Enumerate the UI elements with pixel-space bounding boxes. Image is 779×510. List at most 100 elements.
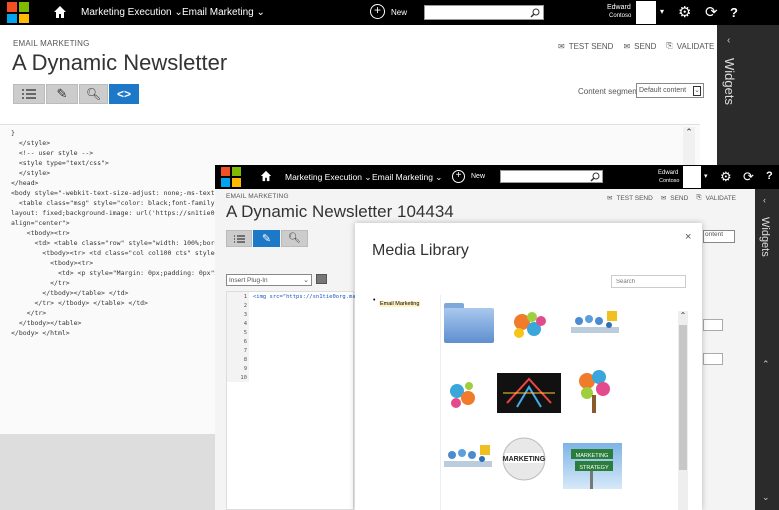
insert-plugin-select[interactable]: Insert Plug-In ⌄ — [226, 274, 312, 286]
thumbnail-tree[interactable] — [573, 367, 615, 415]
dropdown-arrow-icon: ⌄ — [303, 277, 309, 284]
global-search-input[interactable] — [500, 170, 603, 183]
scroll-up-icon[interactable]: ⌃ — [762, 359, 770, 370]
dropdown-arrow-icon: ⌄ — [693, 85, 701, 96]
global-search-input[interactable] — [424, 5, 544, 20]
preview-icon: 🔍︎ — [85, 87, 102, 101]
media-search-input[interactable] — [611, 275, 686, 288]
breadcrumb: EMAIL MARKETING — [226, 193, 289, 200]
new-label[interactable]: New — [391, 8, 407, 17]
content-segment-value: Default content — [639, 87, 687, 94]
search-icon[interactable] — [530, 8, 540, 18]
page-title: A Dynamic Newsletter 104434 — [226, 202, 454, 221]
collapse-chevron-icon[interactable]: ‹ — [727, 35, 730, 46]
collapse-chevron-icon[interactable]: ‹ — [763, 195, 766, 205]
scroll-up-icon[interactable]: ⌃ — [683, 127, 695, 138]
scroll-thumb[interactable] — [679, 325, 687, 470]
refresh-icon[interactable]: ⟳ — [705, 3, 718, 21]
back-top-navigation-bar: Marketing Execution ⌄ Email Marketing ⌄ … — [0, 0, 779, 25]
front-window: Marketing Execution ⌄ Email Marketing ⌄ … — [215, 165, 779, 510]
code-line: </style> — [11, 139, 51, 147]
gear-icon[interactable]: ⚙ — [720, 169, 732, 185]
code-line: <!-- user style --> — [11, 149, 94, 157]
thumbnail-people-meeting-2[interactable] — [444, 443, 492, 478]
test-send-button[interactable]: TEST SEND — [616, 195, 652, 202]
validate-button[interactable]: VALIDATE — [706, 195, 736, 202]
right-input-1[interactable] — [703, 319, 723, 331]
tree-item-email-marketing[interactable]: Email Marketing — [379, 301, 421, 307]
validate-icon[interactable]: ⎘ — [696, 194, 701, 202]
nav-email-marketing[interactable]: Email Marketing ⌄ — [182, 7, 265, 18]
validate-button[interactable]: VALIDATE — [677, 42, 715, 51]
thumbnail-scrollbar[interactable]: ⌃ — [678, 311, 688, 510]
nav-marketing-execution[interactable]: Marketing Execution ⌄ — [81, 7, 183, 18]
nav-marketing-execution[interactable]: Marketing Execution ⌄ — [285, 172, 372, 183]
html-view-button[interactable]: <> — [109, 84, 139, 104]
new-plus-icon[interactable]: + — [370, 4, 385, 19]
list-icon — [233, 234, 245, 243]
thumbnail-word-cloud[interactable] — [497, 373, 561, 413]
microsoft-logo-icon[interactable] — [7, 2, 29, 23]
line-number: 8 — [243, 357, 247, 363]
front-code-editor[interactable]: 1 2 3 4 5 6 7 8 9 10 <img src="https://sn1tie0org… — [226, 291, 369, 510]
scroll-up-icon[interactable]: ⌃ — [678, 311, 688, 320]
avatar[interactable] — [683, 166, 701, 188]
list-view-button[interactable] — [13, 84, 45, 104]
new-plus-icon[interactable]: + — [452, 170, 465, 183]
thumbnail-marketing-strategy[interactable]: MARKETING STRATEGY — [563, 443, 622, 489]
thumbnail-people-meeting[interactable] — [571, 309, 619, 344]
breadcrumb: EMAIL MARKETING — [13, 39, 90, 48]
home-icon[interactable] — [260, 170, 272, 185]
content-fragment-select[interactable]: ontent — [703, 230, 735, 243]
home-icon[interactable] — [53, 5, 67, 19]
validate-icon[interactable]: ⎘ — [666, 41, 672, 51]
svg-text:MARKETING: MARKETING — [503, 456, 546, 463]
thumbnail-gears[interactable] — [508, 309, 553, 344]
content-segment-select[interactable]: Default content ⌄ — [636, 83, 704, 98]
preview-button[interactable]: 🔍︎ — [281, 230, 308, 247]
list-view-button[interactable] — [226, 230, 252, 247]
test-send-icon[interactable]: ✉ — [607, 194, 612, 202]
line-number: 10 — [240, 375, 247, 381]
send-button[interactable]: SEND — [670, 195, 688, 202]
send-icon[interactable]: ✉ — [661, 194, 666, 202]
user-menu-chevron-icon[interactable]: ▾ — [704, 172, 708, 180]
action-bar: ✉ TEST SEND ✉ SEND ⎘ VALIDATE — [607, 194, 736, 202]
preview-button[interactable]: 🔍︎ — [79, 84, 108, 104]
send-icon[interactable]: ✉ — [623, 42, 630, 51]
right-input-2[interactable] — [703, 353, 723, 365]
nav-email-marketing[interactable]: Email Marketing ⌄ — [372, 172, 442, 183]
page-title: A Dynamic Newsletter — [12, 50, 228, 75]
send-button[interactable]: SEND — [634, 42, 656, 51]
image-insert-icon[interactable] — [316, 274, 327, 284]
test-send-button[interactable]: TEST SEND — [569, 42, 614, 51]
dialog-title: Media Library — [372, 242, 469, 259]
line-number: 3 — [243, 312, 247, 318]
line-number: 5 — [243, 330, 247, 336]
gear-icon[interactable]: ⚙ — [678, 3, 691, 21]
help-icon[interactable]: ? — [730, 5, 738, 20]
line-number: 4 — [243, 321, 247, 327]
line-numbers: 1 2 3 4 5 6 7 8 9 10 — [227, 293, 247, 383]
thumbnail-gears-2[interactable] — [444, 378, 484, 413]
microsoft-logo-icon[interactable] — [221, 167, 241, 187]
scroll-down-icon[interactable]: ⌄ — [762, 492, 770, 503]
front-top-navigation-bar: Marketing Execution ⌄ Email Marketing ⌄ … — [215, 165, 779, 189]
help-icon[interactable]: ? — [766, 170, 773, 182]
search-icon[interactable] — [590, 172, 600, 182]
thumbnail-marketing-sphere[interactable]: MARKETING — [501, 435, 547, 485]
design-view-button[interactable]: ✎ — [253, 230, 280, 247]
test-send-icon[interactable]: ✉ — [558, 42, 565, 51]
widgets-panel[interactable]: ‹ Widgets ⌃ ⌄ — [755, 189, 779, 510]
tree-bullet: • — [373, 297, 376, 304]
refresh-icon[interactable]: ⟳ — [743, 169, 754, 185]
thumbnail-folder[interactable] — [444, 303, 494, 343]
user-menu-chevron-icon[interactable]: ▾ — [660, 7, 664, 16]
design-view-button[interactable]: ✎ — [46, 84, 78, 104]
new-label[interactable]: New — [471, 173, 485, 180]
line-number: 6 — [243, 339, 247, 345]
avatar[interactable] — [636, 1, 656, 24]
content-segment-label: Content segment — [578, 87, 639, 96]
line-number: 9 — [243, 366, 247, 372]
close-icon[interactable]: × — [685, 231, 691, 243]
